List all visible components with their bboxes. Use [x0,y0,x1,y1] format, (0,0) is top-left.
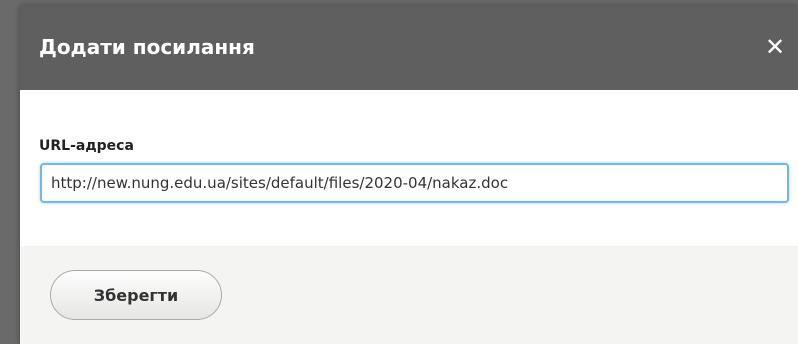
save-button[interactable]: Зберегти [50,270,222,320]
dialog-titlebar: Додати посилання ✕ [20,6,798,90]
url-label: URL-адреса [39,138,134,154]
close-icon[interactable]: ✕ [760,32,790,62]
dialog-title: Додати посилання [39,35,255,59]
url-input[interactable] [40,163,789,203]
add-link-dialog: Додати посилання ✕ URL-адреса Зберегти [20,6,798,344]
dialog-footer: Зберегти [20,246,798,344]
dialog-body: URL-адреса [20,90,798,246]
